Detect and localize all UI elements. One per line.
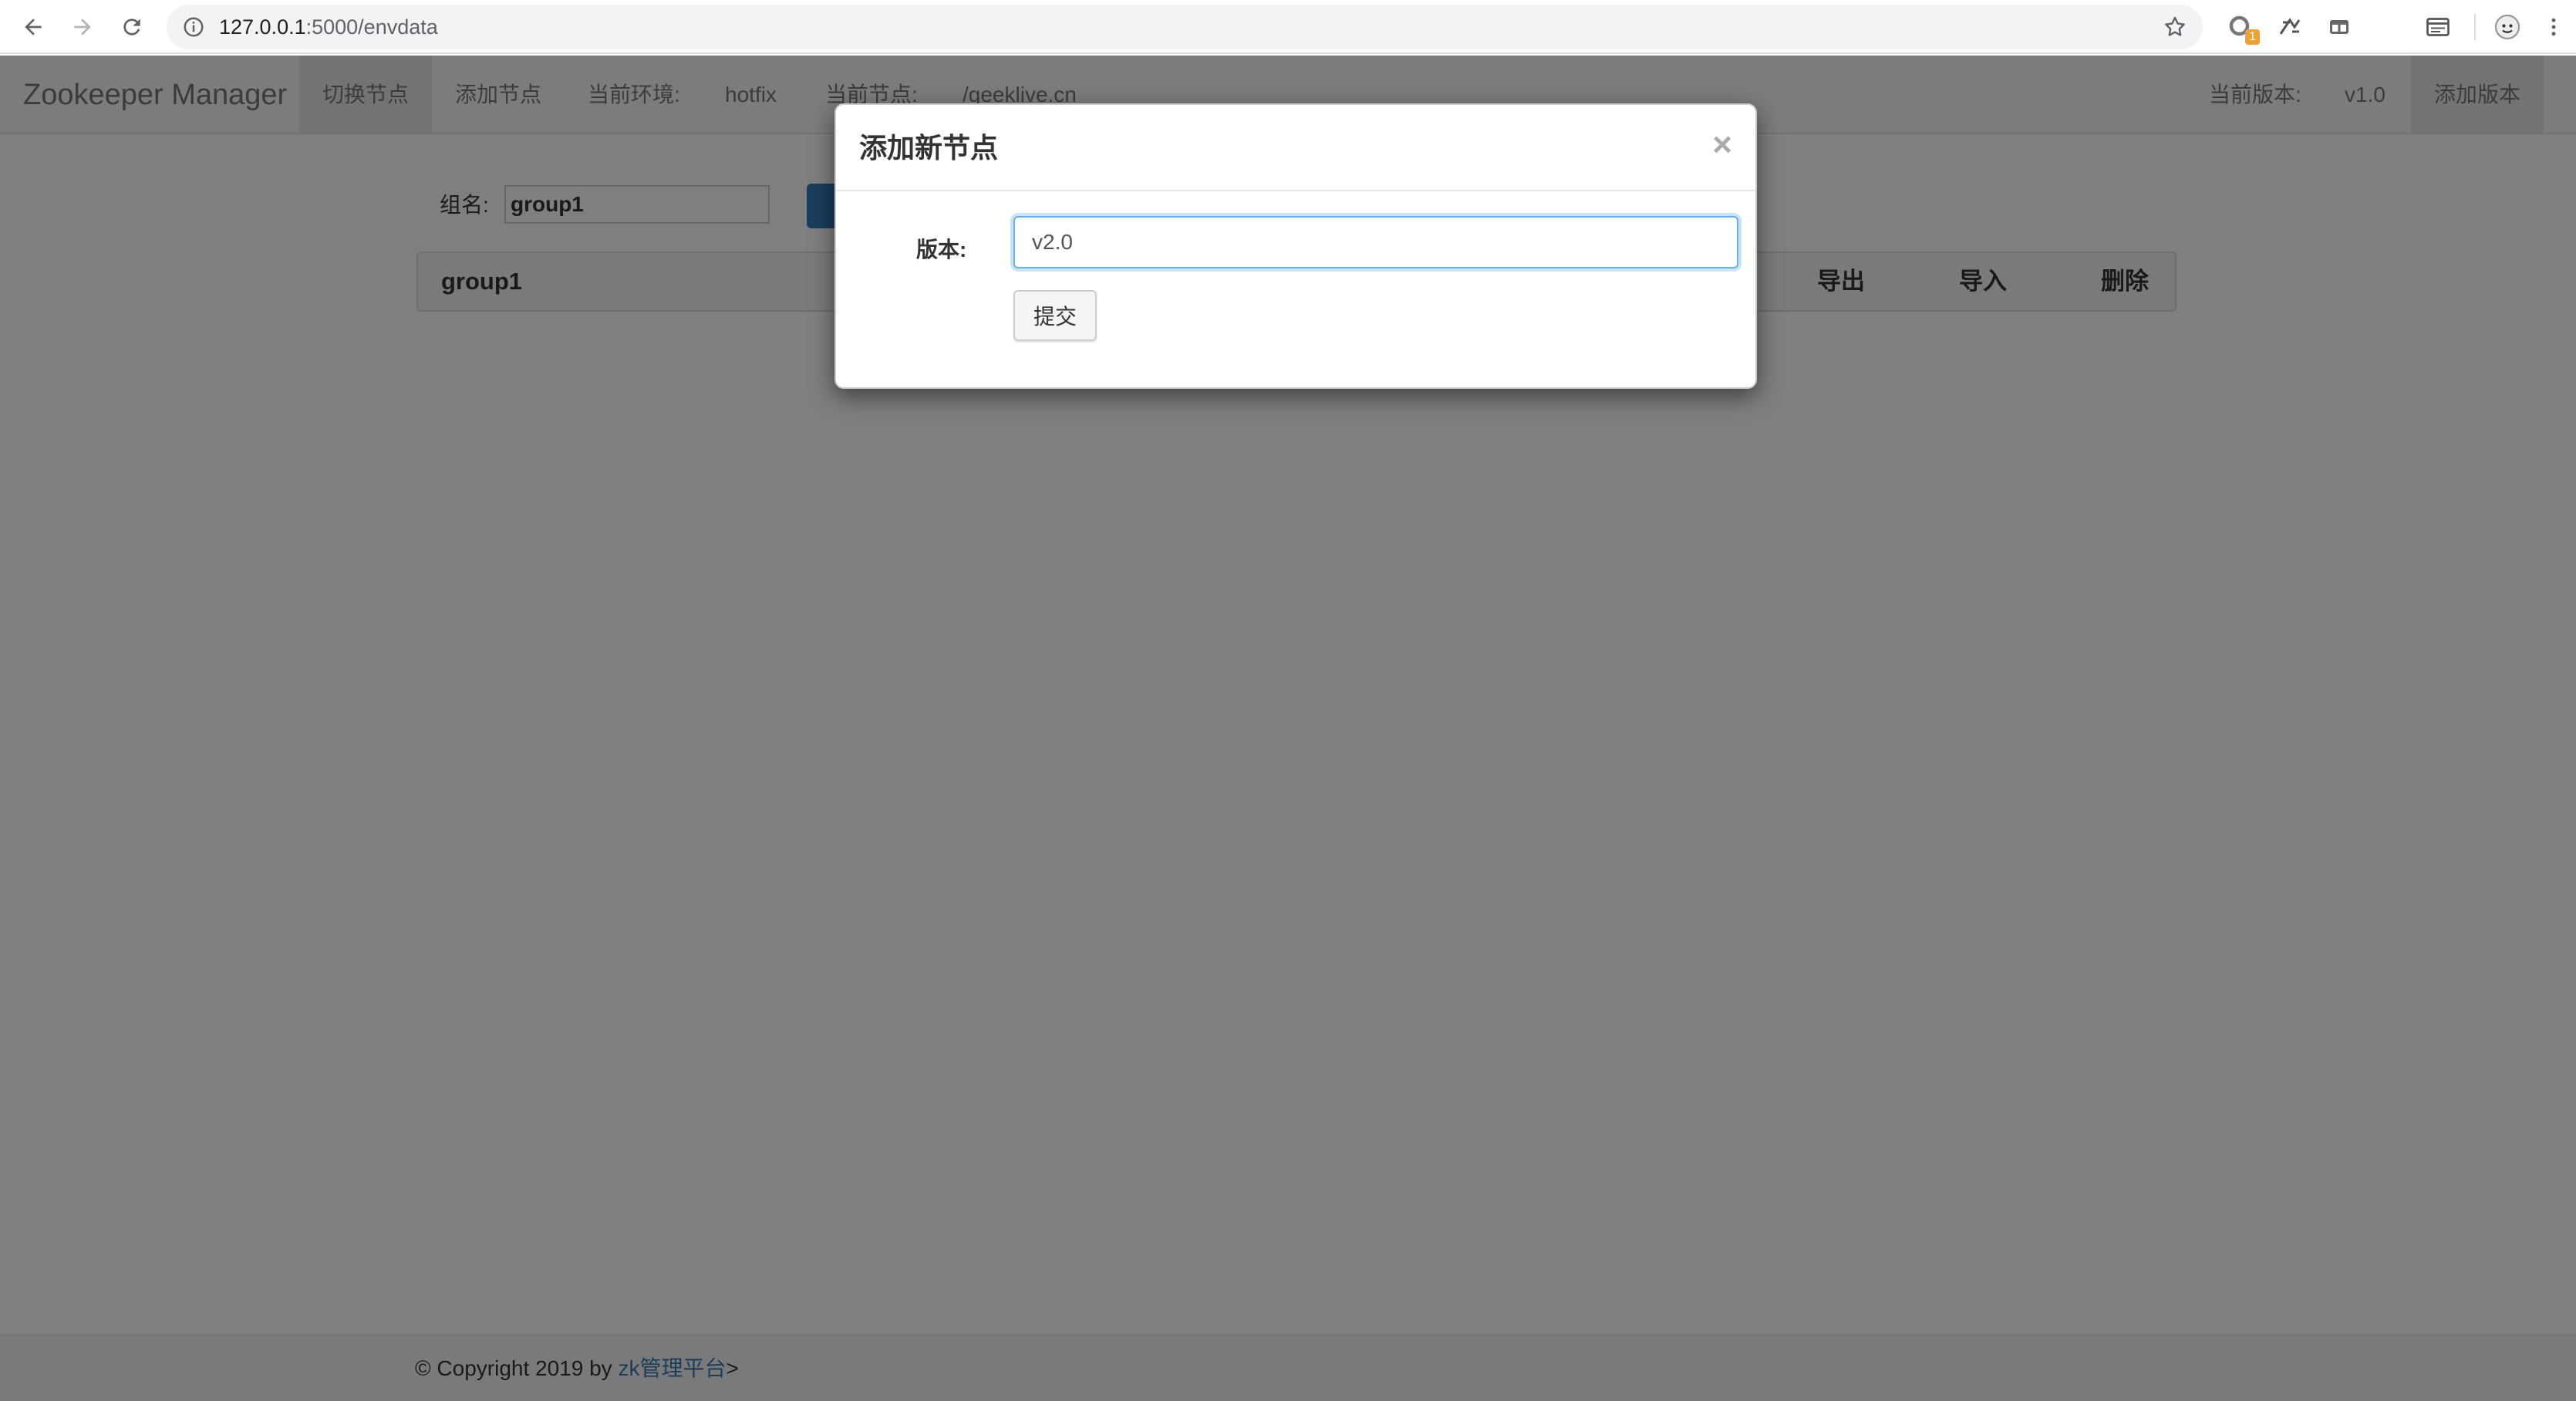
incognito-extension-button[interactable] [2323, 11, 2355, 43]
bookmark-star-icon[interactable] [2163, 15, 2187, 39]
http-extension-button[interactable] [2422, 11, 2454, 43]
add-node-modal: 添加新节点 × 版本: 提交 [835, 103, 1757, 389]
close-icon[interactable]: × [1712, 128, 1732, 162]
profile-button[interactable] [2491, 11, 2524, 43]
translate-extension-button[interactable] [2274, 11, 2306, 43]
extension-button[interactable]: 1 [2224, 11, 2260, 45]
submit-button[interactable]: 提交 [1013, 290, 1097, 341]
translate-icon [2279, 18, 2301, 35]
info-icon [184, 17, 204, 37]
back-button[interactable] [15, 9, 51, 45]
reload-icon [123, 19, 140, 35]
forward-button[interactable] [65, 9, 100, 45]
more-vert-icon [2551, 18, 2556, 36]
version-input[interactable] [1013, 216, 1738, 268]
avatar-icon [2494, 14, 2520, 40]
http-icon [2426, 18, 2450, 36]
address-bar[interactable]: 127.0.0.1:5000/envdata [167, 5, 2203, 49]
modal-header: 添加新节点 × [836, 105, 1755, 191]
version-label: 版本: [916, 238, 967, 262]
reload-button[interactable] [114, 9, 150, 45]
arrow-left-icon [25, 19, 42, 35]
url-text: 127.0.0.1:5000/envdata [219, 5, 438, 49]
url-path: :5000/envdata [305, 15, 438, 39]
modal-title: 添加新节点 [859, 132, 999, 164]
arrow-right-icon [74, 19, 91, 35]
browser-toolbar: 127.0.0.1:5000/envdata 1 [0, 0, 2576, 54]
url-host: 127.0.0.1 [219, 15, 306, 39]
window-icon [2330, 20, 2348, 34]
toolbar-separator [2474, 14, 2476, 40]
extension-badge: 1 [2245, 29, 2260, 45]
browser-menu-button[interactable] [2542, 11, 2565, 43]
